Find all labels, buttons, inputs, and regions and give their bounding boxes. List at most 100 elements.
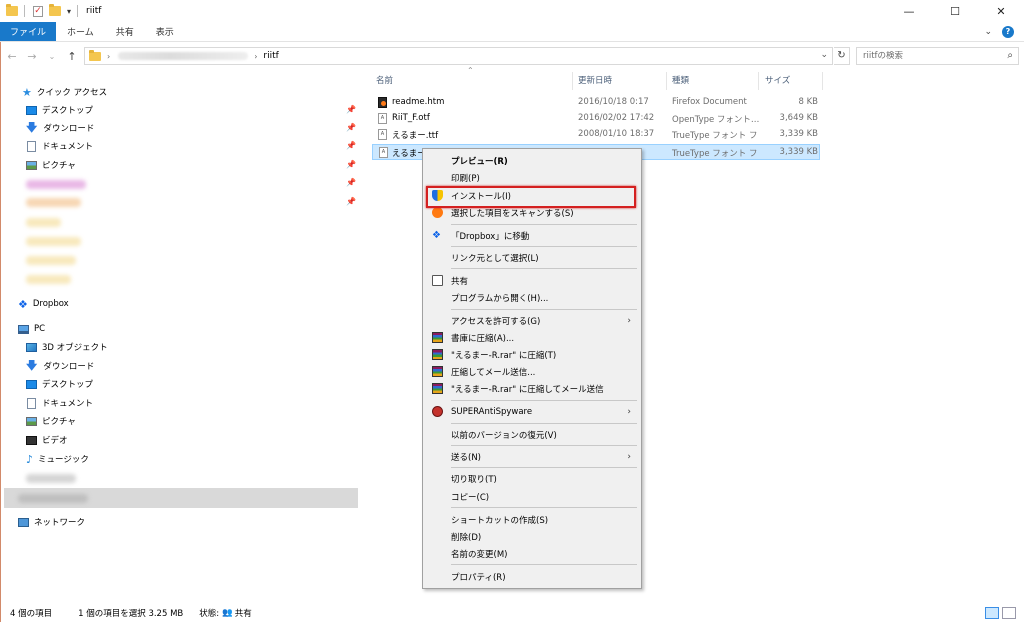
column-divider[interactable]	[822, 72, 823, 90]
pin-icon[interactable]: 📌	[346, 123, 356, 132]
menu-label: SUPERAntiSpyware	[451, 406, 533, 417]
column-divider[interactable]	[572, 72, 573, 90]
column-divider[interactable]	[758, 72, 759, 90]
menu-item-copy[interactable]: コピー(C)	[425, 488, 639, 505]
menu-label: 送る(N)	[451, 452, 481, 463]
column-header-type[interactable]: 種類	[672, 70, 689, 90]
nav-quick-access[interactable]: ★ クイック アクセス	[22, 83, 107, 101]
menu-item-compress-rar-email[interactable]: "えるまー-R.rar" に圧縮してメール送信	[425, 380, 639, 397]
pin-icon[interactable]: 📌	[346, 105, 356, 114]
column-header-size[interactable]: サイズ	[765, 70, 790, 90]
menu-item-print[interactable]: 印刷(P)	[425, 169, 639, 186]
sort-ascending-icon: ⌃	[467, 66, 474, 75]
table-row[interactable]: A えるまー.ttf 2008/01/10 18:37 TrueType フォン…	[372, 127, 820, 143]
search-icon[interactable]: ⌕	[1007, 50, 1013, 61]
search-input[interactable]	[863, 51, 1003, 61]
nav-dropbox[interactable]: ❖ Dropbox	[18, 295, 69, 313]
ribbon-expand-chevron-icon[interactable]: ⌄	[984, 27, 992, 37]
table-row[interactable]: readme.htm 2016/10/18 0:17 Firefox Docum…	[372, 95, 820, 111]
arrow-right-icon[interactable]: →	[24, 50, 40, 63]
menu-item-rename[interactable]: 名前の変更(M)	[425, 545, 639, 562]
pin-icon[interactable]: 📌	[346, 197, 356, 206]
nav-pictures[interactable]: ピクチャ	[26, 156, 76, 174]
desktop-icon	[26, 379, 37, 389]
pin-icon[interactable]: 📌	[346, 160, 356, 169]
redacted-item	[18, 494, 88, 503]
menu-item-send-to[interactable]: 送る(N) ›	[425, 448, 639, 465]
nav-desktop[interactable]: デスクトップ	[26, 101, 93, 119]
nav-downloads[interactable]: 🡇 ダウンロード	[26, 119, 94, 137]
close-button[interactable]: ✕	[978, 0, 1024, 22]
tab-home[interactable]: ホーム	[56, 22, 105, 41]
properties-check-icon[interactable]: ✓	[33, 5, 43, 17]
nav-label: ドキュメント	[42, 399, 94, 409]
column-header-name[interactable]: 名前	[376, 70, 393, 90]
minimize-button[interactable]: —	[886, 0, 932, 22]
column-header-date[interactable]: 更新日時	[578, 70, 612, 90]
address-bar[interactable]: › › riitf ⌄	[84, 47, 833, 65]
column-divider[interactable]	[666, 72, 667, 90]
address-dropdown-chevron-icon[interactable]: ⌄	[820, 50, 828, 60]
folder-icon[interactable]	[6, 4, 18, 16]
menu-item-compress-email[interactable]: 圧縮してメール送信...	[425, 363, 639, 380]
breadcrumb-current[interactable]: riitf	[263, 51, 278, 61]
nav-label: デスクトップ	[42, 106, 94, 116]
menu-item-share[interactable]: 共有	[425, 272, 639, 289]
recent-locations-chevron-icon[interactable]: ⌄	[44, 52, 60, 61]
chevron-right-icon[interactable]: ›	[107, 52, 110, 61]
nav-label: ミュージック	[38, 455, 89, 465]
arrow-left-icon[interactable]: ←	[4, 50, 20, 63]
menu-item-grant-access[interactable]: アクセスを許可する(G) ›	[425, 312, 639, 329]
nav-pc-downloads[interactable]: 🡇 ダウンロード	[26, 357, 94, 375]
tab-share[interactable]: 共有	[105, 22, 145, 41]
refresh-icon[interactable]: ↻	[834, 47, 850, 65]
menu-item-add-archive[interactable]: 書庫に圧縮(A)...	[425, 329, 639, 346]
menu-item-dropbox-move[interactable]: ❖ 「Dropbox」に移動	[425, 227, 639, 244]
chevron-right-icon[interactable]: ›	[254, 52, 257, 61]
nav-pc-documents[interactable]: ドキュメント	[27, 394, 93, 412]
menu-label: 圧縮してメール送信...	[451, 367, 536, 378]
winrar-icon	[432, 332, 443, 343]
tab-view[interactable]: 表示	[145, 22, 185, 41]
menu-item-cut[interactable]: 切り取り(T)	[425, 470, 639, 487]
help-icon[interactable]: ?	[1002, 25, 1014, 38]
winrar-icon	[432, 366, 443, 377]
pin-icon[interactable]: 📌	[346, 141, 356, 150]
customize-toolbar-chevron-icon[interactable]: ▾	[67, 7, 71, 16]
nav-label: ビデオ	[42, 436, 68, 446]
menu-item-preview[interactable]: プレビュー(R)	[425, 152, 639, 169]
menu-label: "えるまー-R.rar" に圧縮(T)	[451, 350, 557, 361]
maximize-button[interactable]: ☐	[932, 0, 978, 22]
nav-pc-music[interactable]: ♪ ミュージック	[26, 450, 89, 468]
pin-icon[interactable]: 📌	[346, 178, 356, 187]
file-size: 8 KB	[798, 97, 818, 107]
view-buttons	[985, 607, 1016, 619]
tab-file[interactable]: ファイル	[0, 22, 57, 41]
nav-documents[interactable]: ドキュメント	[27, 137, 93, 155]
menu-item-properties[interactable]: プロパティ(R)	[425, 568, 639, 585]
nav-3d-objects[interactable]: 3D オブジェクト	[26, 338, 108, 356]
menu-label: リンク元として選択(L)	[451, 253, 539, 264]
nav-pc-pictures[interactable]: ピクチャ	[26, 412, 76, 430]
table-row[interactable]: A RiiT_F.otf 2016/02/02 17:42 OpenType フ…	[372, 111, 820, 127]
share-icon	[432, 275, 443, 286]
3d-objects-icon	[26, 342, 37, 352]
nav-pc-videos[interactable]: ビデオ	[26, 431, 68, 449]
menu-item-superantispyware[interactable]: SUPERAntiSpyware ›	[425, 403, 639, 420]
nav-pc[interactable]: PC	[18, 320, 45, 338]
menu-item-add-rar[interactable]: "えるまー-R.rar" に圧縮(T)	[425, 346, 639, 363]
menu-item-create-shortcut[interactable]: ショートカットの作成(S)	[425, 511, 639, 528]
details-view-icon[interactable]	[985, 607, 999, 619]
new-folder-icon[interactable]	[49, 4, 61, 16]
nav-network[interactable]: ネットワーク	[18, 513, 85, 531]
nav-pc-desktop[interactable]: デスクトップ	[26, 375, 93, 393]
menu-item-restore-previous[interactable]: 以前のバージョンの復元(V)	[425, 426, 639, 443]
arrow-up-icon[interactable]: ↑	[64, 50, 80, 63]
large-icons-view-icon[interactable]	[1002, 607, 1016, 619]
menu-item-open-with[interactable]: プログラムから開く(H)...	[425, 289, 639, 306]
menu-item-delete[interactable]: 削除(D)	[425, 528, 639, 545]
folder-icon	[89, 49, 101, 61]
submenu-arrow-icon: ›	[627, 315, 631, 326]
menu-item-link-source[interactable]: リンク元として選択(L)	[425, 249, 639, 266]
menu-label: ショートカットの作成(S)	[451, 515, 549, 526]
